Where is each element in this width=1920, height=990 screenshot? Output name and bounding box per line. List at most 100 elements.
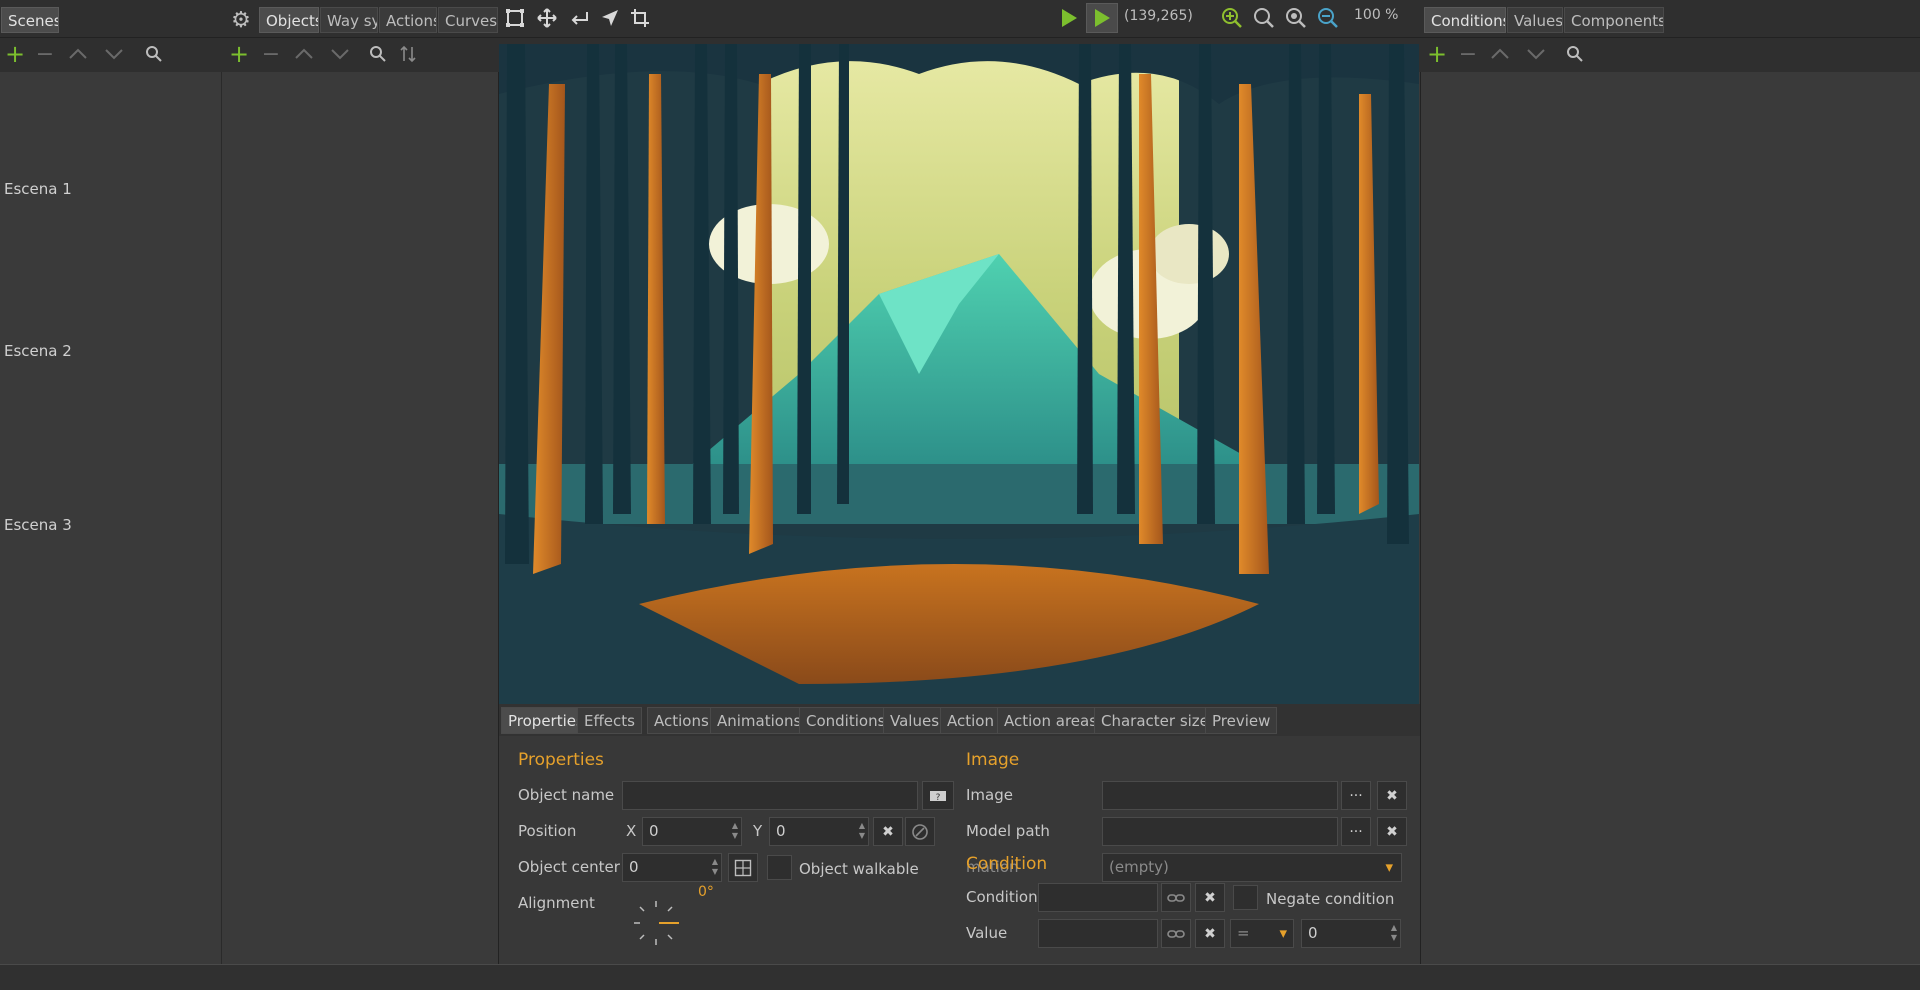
image-title: Image	[966, 750, 1020, 770]
add-object-icon[interactable]: +	[228, 40, 250, 68]
zoom-in-icon[interactable]	[1220, 6, 1244, 30]
condition-search-icon[interactable]	[1563, 42, 1587, 66]
sort-icon[interactable]	[396, 42, 420, 66]
return-icon[interactable]	[568, 6, 592, 30]
spin-arrows-icon[interactable]: ▲ ▼	[712, 857, 718, 877]
conditions-panel	[1420, 72, 1920, 964]
tab-way-sys[interactable]: Way sys	[320, 7, 378, 33]
object-walkable-checkbox[interactable]	[767, 855, 792, 880]
model-path-field[interactable]	[1102, 817, 1338, 846]
negate-condition-checkbox[interactable]	[1233, 885, 1258, 910]
condition-field[interactable]	[1038, 883, 1158, 912]
tab-action[interactable]: Action	[940, 707, 1001, 734]
tab-actions-bottom[interactable]: Actions	[647, 707, 716, 734]
play-icon[interactable]	[1056, 5, 1082, 31]
move-icon[interactable]	[535, 6, 559, 30]
clear-image-icon[interactable]: ✖	[1377, 781, 1407, 810]
select-rect-icon[interactable]	[503, 6, 527, 30]
position-x-value: 0	[649, 822, 659, 840]
image-field[interactable]	[1102, 781, 1338, 810]
tab-objects[interactable]: Objects	[259, 7, 319, 33]
position-y-field[interactable]: 0 ▲ ▼	[769, 817, 869, 846]
clear-position-icon[interactable]: ✖	[873, 817, 903, 846]
link-condition-icon[interactable]	[1161, 883, 1191, 912]
object-name-help-icon[interactable]: ?	[922, 781, 954, 810]
position-y-value: 0	[776, 822, 786, 840]
operator-dropdown[interactable]: = ▾	[1230, 919, 1294, 948]
play-scene-button[interactable]	[1086, 3, 1118, 33]
spin-arrows-icon[interactable]: ▲ ▼	[1391, 923, 1397, 943]
tab-effects[interactable]: Effects	[577, 707, 642, 734]
zoom-fit-icon[interactable]	[1252, 6, 1276, 30]
condition-move-down-icon[interactable]	[1524, 42, 1548, 66]
dropdown-arrow-icon: ▾	[1385, 858, 1393, 876]
status-bar	[0, 964, 1920, 990]
search-icon[interactable]	[142, 42, 166, 66]
scene-item[interactable]: Escena 1	[4, 180, 72, 198]
remove-object-icon[interactable]: −	[260, 42, 282, 67]
zoom-out-icon[interactable]	[1316, 6, 1340, 30]
scene-item[interactable]: Escena 3	[4, 516, 72, 534]
properties-tabbar: Properties Effects Actions Animations Co…	[499, 704, 1420, 736]
tab-conditions[interactable]: Conditions	[1424, 7, 1506, 33]
tab-curves[interactable]: Curves	[438, 7, 498, 33]
link-value-icon[interactable]	[1161, 919, 1191, 948]
tab-animations[interactable]: Animations	[710, 707, 809, 734]
alignment-dial-icon[interactable]	[631, 898, 681, 948]
object-center-value: 0	[629, 858, 639, 876]
scene-background-image	[499, 44, 1419, 704]
value-number-field[interactable]: 0 ▲ ▼	[1301, 919, 1401, 948]
scene-viewport[interactable]	[499, 44, 1419, 704]
add-condition-icon[interactable]: +	[1426, 40, 1448, 68]
crop-icon[interactable]	[628, 6, 652, 30]
gear-icon[interactable]: ⚙	[228, 7, 254, 33]
navigate-icon[interactable]	[598, 6, 622, 30]
alignment-label: Alignment	[518, 894, 595, 912]
object-name-label: Object name	[518, 786, 615, 804]
tab-preview[interactable]: Preview	[1205, 707, 1278, 734]
clear-model-icon[interactable]: ✖	[1377, 817, 1407, 846]
animation-dropdown[interactable]: (empty) ▾	[1102, 853, 1402, 882]
alignment-angle: 0°	[698, 884, 714, 900]
tab-actions[interactable]: Actions	[379, 7, 437, 33]
clear-condition-icon[interactable]: ✖	[1195, 883, 1225, 912]
y-label: Y	[753, 822, 763, 840]
position-x-field[interactable]: 0 ▲ ▼	[642, 817, 742, 846]
object-name-field[interactable]	[622, 781, 918, 810]
clear-value-icon[interactable]: ✖	[1195, 919, 1225, 948]
tab-conditions-bottom[interactable]: Conditions	[799, 707, 893, 734]
negate-condition-label: Negate condition	[1266, 890, 1395, 908]
properties-title: Properties	[518, 750, 604, 770]
top-toolbar: Scenes ⚙ Objects Way sys Actions Curves …	[0, 0, 1920, 38]
spin-arrows-icon[interactable]: ▲ ▼	[732, 821, 738, 841]
tab-values[interactable]: Values	[1507, 7, 1563, 33]
operator-value: =	[1237, 924, 1250, 942]
remove-condition-icon[interactable]: −	[1457, 42, 1479, 67]
tab-character-size[interactable]: Character size	[1094, 707, 1216, 734]
scene-item[interactable]: Escena 2	[4, 342, 72, 360]
value-field[interactable]	[1038, 919, 1158, 948]
tab-action-areas[interactable]: Action areas	[997, 707, 1105, 734]
browse-image-button[interactable]: ···	[1341, 781, 1371, 810]
spin-arrows-icon[interactable]: ▲ ▼	[859, 821, 865, 841]
animation-value: (empty)	[1109, 858, 1169, 876]
condition-label: Condition	[966, 888, 1038, 906]
object-center-field[interactable]: 0 ▲ ▼	[622, 853, 722, 882]
zoom-reset-icon[interactable]	[1284, 6, 1308, 30]
tab-scenes[interactable]: Scenes	[1, 7, 59, 33]
condition-title: Condition	[966, 854, 1048, 874]
remove-scene-icon[interactable]: −	[34, 42, 56, 67]
condition-move-up-icon[interactable]	[1488, 42, 1512, 66]
move-down-icon[interactable]	[102, 42, 126, 66]
tab-values-bottom[interactable]: Values	[883, 707, 947, 734]
object-walkable-label: Object walkable	[799, 860, 919, 878]
browse-model-button[interactable]: ···	[1341, 817, 1371, 846]
center-grid-icon[interactable]	[728, 853, 758, 882]
tab-components[interactable]: Components	[1564, 7, 1664, 33]
object-move-up-icon[interactable]	[292, 42, 316, 66]
add-scene-icon[interactable]: +	[4, 40, 26, 68]
object-move-down-icon[interactable]	[328, 42, 352, 66]
object-search-icon[interactable]	[366, 42, 390, 66]
pick-position-icon[interactable]	[905, 817, 935, 846]
move-up-icon[interactable]	[66, 42, 90, 66]
